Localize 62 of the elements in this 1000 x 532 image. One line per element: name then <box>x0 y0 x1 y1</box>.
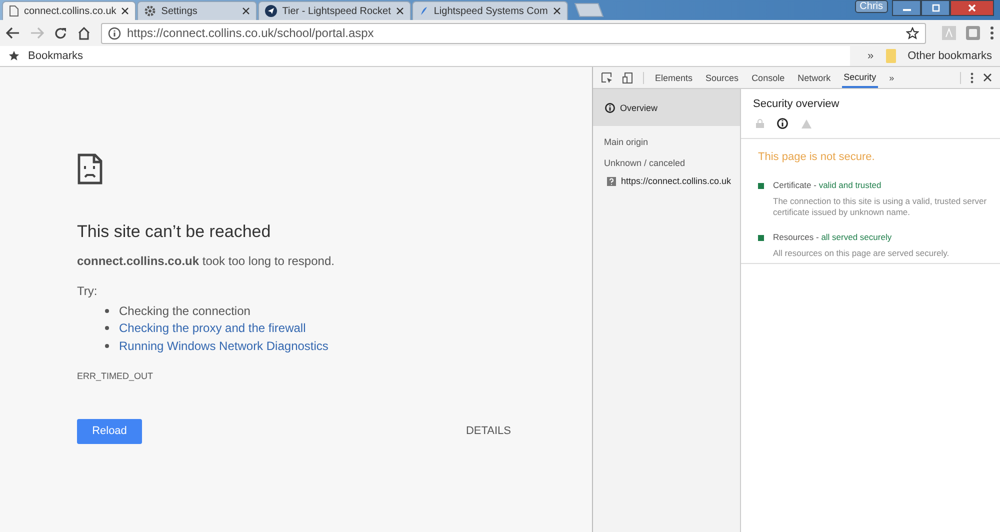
close-icon[interactable] <box>121 7 130 15</box>
try-label: Try: <box>77 284 98 298</box>
security-item-description: The connection to this site is using a valid, trusted server certificate issued by unknown name. <box>773 196 988 218</box>
page-icon <box>9 5 19 17</box>
close-icon[interactable] <box>396 7 404 15</box>
error-title: This site can’t be reached <box>77 222 272 242</box>
home-icon[interactable] <box>77 26 91 40</box>
section-heading: Main origin <box>603 136 650 147</box>
browser-tab[interactable]: Settings <box>137 1 258 20</box>
reload-icon[interactable] <box>54 26 67 40</box>
menu-icon[interactable] <box>990 26 994 40</box>
menu-icon[interactable] <box>970 72 974 84</box>
panel-title: Security overview <box>753 98 840 110</box>
new-tab-button[interactable] <box>574 3 604 17</box>
error-code: ERR_TIMED_OUT <box>77 370 154 380</box>
back-icon[interactable] <box>6 27 20 39</box>
reload-button[interactable]: Reload <box>77 418 142 444</box>
devtools-tab[interactable]: Elements <box>653 68 695 88</box>
feather-icon <box>418 5 429 17</box>
star-icon[interactable] <box>906 26 919 40</box>
suggestion-text: Checking the connection <box>119 304 250 318</box>
details-button[interactable]: DETAILS <box>460 418 517 444</box>
origin-item[interactable]: https://connect.collins.co.uk <box>593 168 740 186</box>
suggestion-link[interactable]: Checking the proxy and the firewall <box>119 321 306 336</box>
browser-tab[interactable]: Lightspeed Systems Com <box>412 1 568 20</box>
browser-tab[interactable]: Tier - Lightspeed Rocket <box>258 1 411 20</box>
browser-tab[interactable]: connect.collins.co.uk <box>2 1 136 20</box>
overview-item[interactable]: Overview <box>593 89 740 126</box>
close-icon <box>967 4 977 12</box>
devtools-tab[interactable]: Security <box>842 68 878 88</box>
address-bar[interactable]: https://connect.collins.co.uk/school/portal.aspx <box>101 22 926 44</box>
close-icon[interactable] <box>983 73 992 82</box>
suggestion-link[interactable]: Running Windows Network Diagnostics <box>119 338 328 353</box>
close-window-button[interactable] <box>950 0 994 16</box>
close-icon[interactable] <box>552 7 561 15</box>
devtools-tab[interactable]: Console <box>750 68 787 88</box>
security-summary: This page is not secure. <box>758 151 876 163</box>
devtools-tab[interactable]: Sources <box>704 68 741 88</box>
folder-icon <box>886 49 896 63</box>
maximize-button[interactable] <box>921 0 950 16</box>
more-tabs-button[interactable]: » <box>887 68 896 88</box>
question-icon <box>607 176 616 186</box>
devtools-tab[interactable]: Network <box>796 68 833 88</box>
gear-icon <box>144 5 156 17</box>
paper-plane-icon <box>265 5 278 17</box>
section-heading: Unknown / canceled <box>603 157 686 168</box>
info-icon <box>605 102 615 112</box>
maximize-icon <box>930 4 940 12</box>
security-item-title: Resources - all served securely <box>773 232 893 242</box>
device-icon[interactable] <box>622 72 634 84</box>
security-item-title: Certificate - valid and trusted <box>773 180 882 190</box>
inspect-icon[interactable] <box>601 72 613 84</box>
overflow-chevron[interactable]: » <box>868 50 874 62</box>
star-icon <box>8 50 20 62</box>
info-icon[interactable] <box>108 26 121 40</box>
bookmarks-link[interactable]: Bookmarks <box>28 50 84 62</box>
minimize-button[interactable] <box>892 0 921 16</box>
security-item-description: All resources on this page are served securely. <box>773 248 950 259</box>
close-icon[interactable] <box>242 7 250 15</box>
other-bookmarks-link[interactable]: Other bookmarks <box>908 50 992 62</box>
sad-page-icon <box>77 153 103 185</box>
error-message: connect.collins.co.uk took too long to respond. <box>77 254 336 268</box>
